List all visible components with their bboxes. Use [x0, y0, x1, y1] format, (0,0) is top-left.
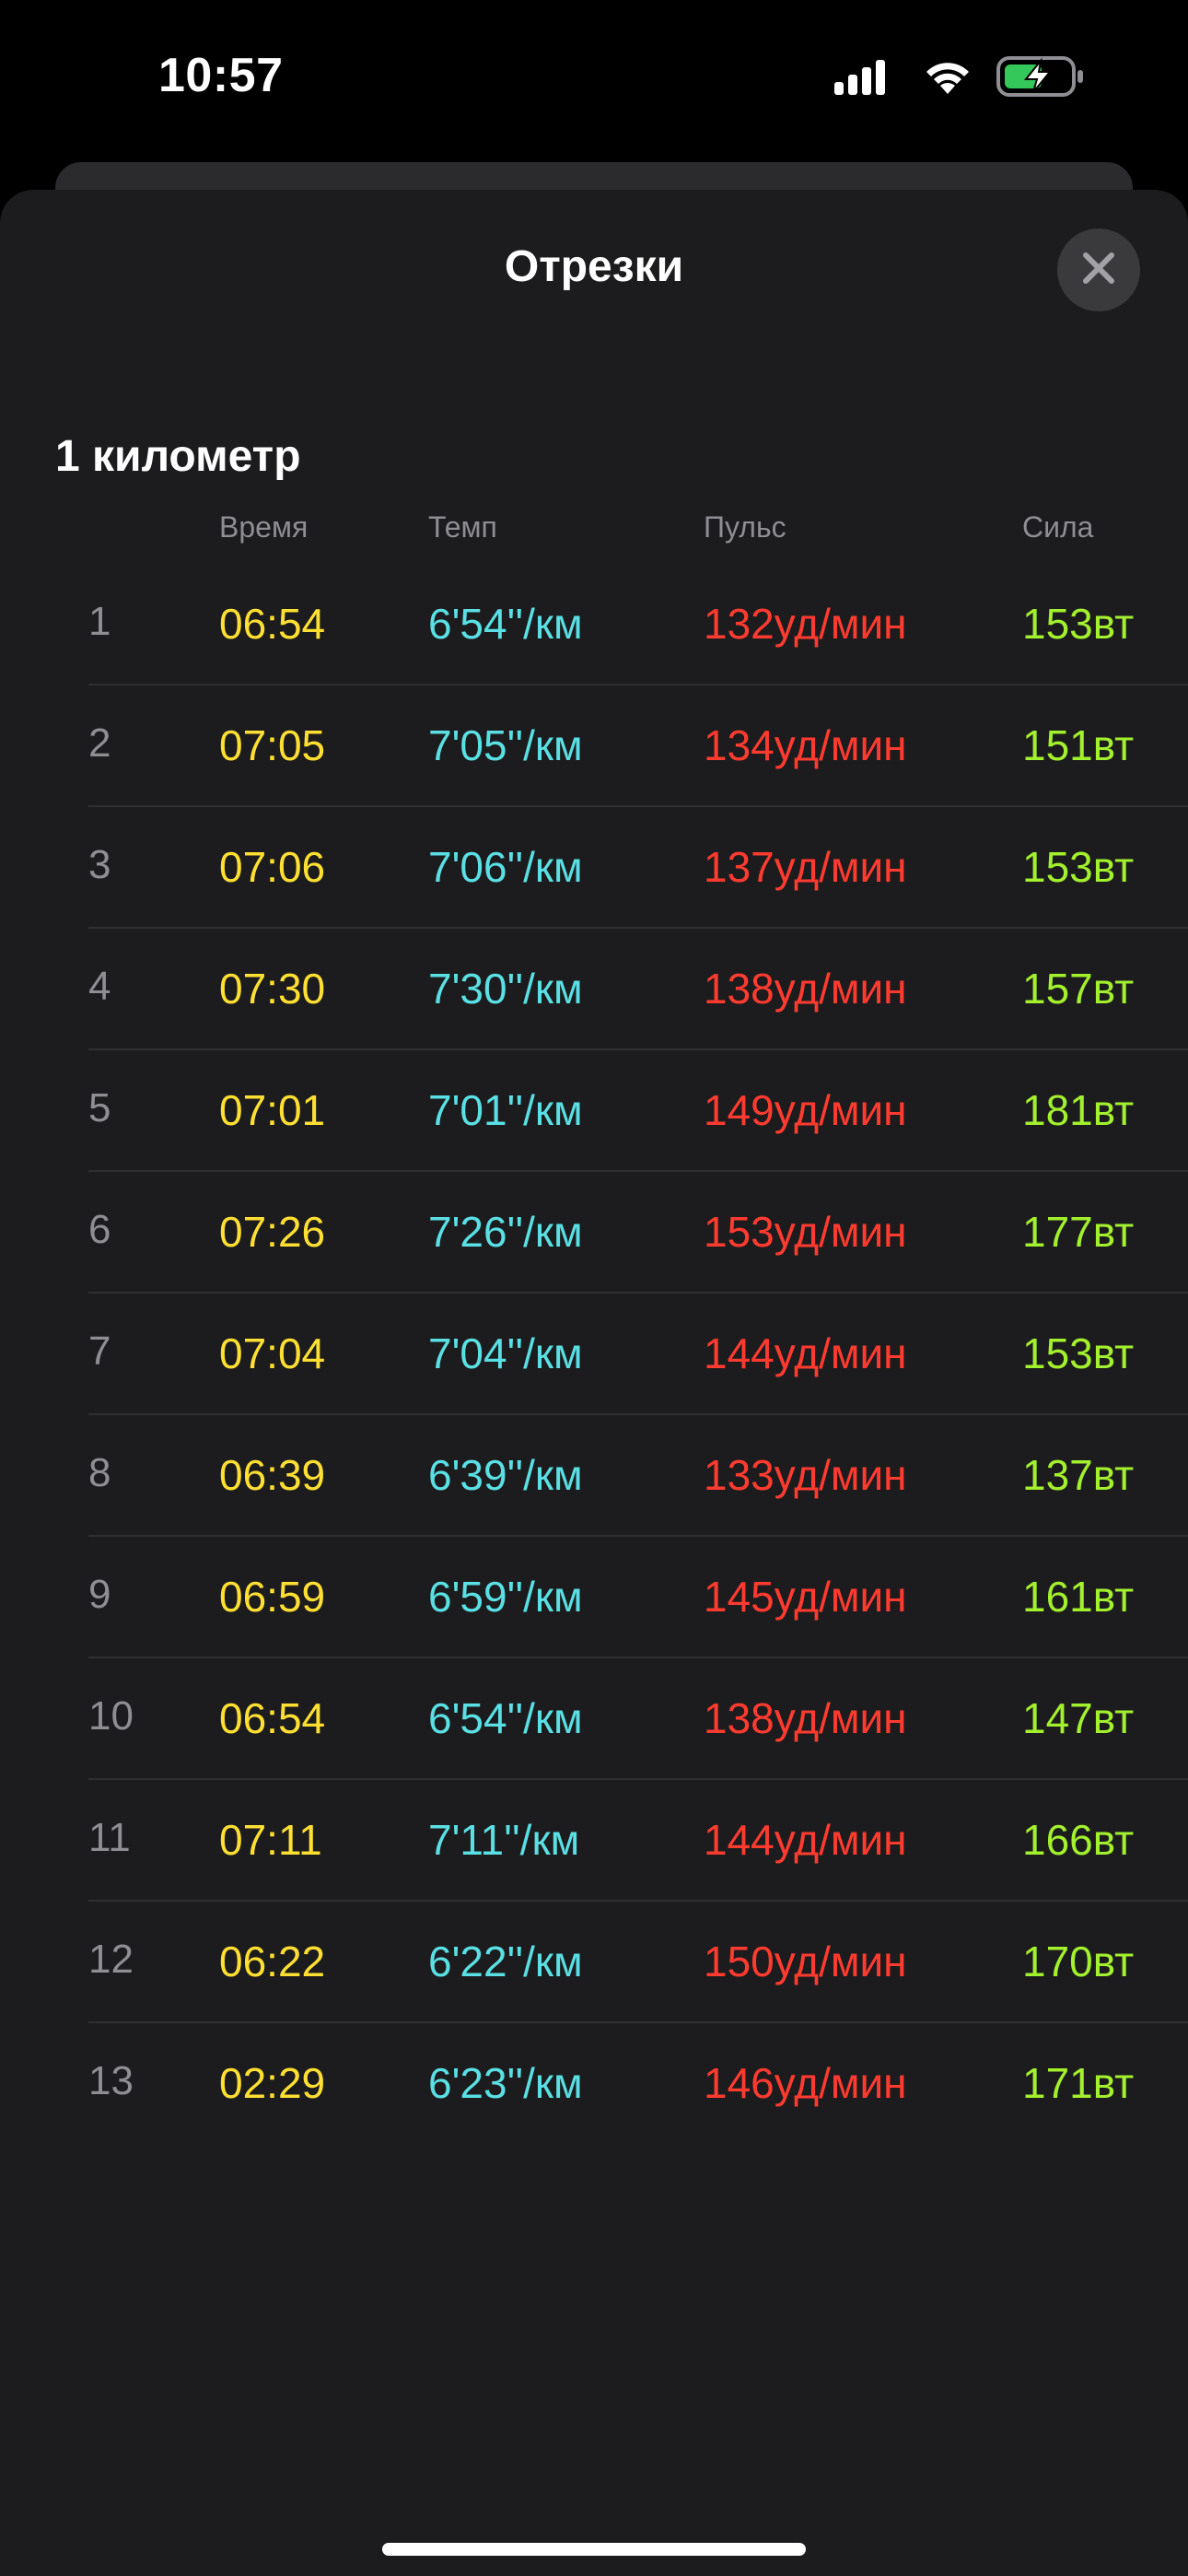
split-index: 7	[88, 1329, 111, 1374]
split-power: 153вт	[1022, 600, 1135, 648]
column-header-time: Время	[219, 510, 309, 544]
split-time: 02:29	[219, 2059, 326, 2107]
split-time: 07:04	[219, 1329, 326, 1377]
split-power: 137вт	[1022, 1451, 1135, 1499]
wifi-icon	[921, 57, 974, 100]
split-pace: 7'11''/км	[428, 1816, 580, 1864]
column-header-power: Сила	[1022, 510, 1094, 544]
status-bar: 10:57	[0, 0, 1188, 161]
status-time: 10:57	[158, 49, 284, 102]
split-heart-rate: 134уд/мин	[704, 721, 907, 769]
split-heart-rate: 149уд/мин	[704, 1086, 907, 1134]
split-pace: 7'04''/км	[428, 1329, 583, 1377]
split-heart-rate: 144уд/мин	[704, 1329, 907, 1377]
split-time: 06:22	[219, 1938, 326, 1985]
split-pace: 6'22''/км	[428, 1938, 583, 1985]
split-power: 177вт	[1022, 1208, 1135, 1256]
split-heart-rate: 144уд/мин	[704, 1816, 907, 1864]
split-index: 2	[88, 720, 111, 766]
home-indicator	[382, 2543, 806, 2556]
close-button[interactable]	[1057, 228, 1140, 311]
split-index: 12	[88, 1937, 134, 1982]
table-row: 13 02:29 6'23''/км 146уд/мин 171вт	[0, 2023, 1188, 2145]
split-index: 13	[88, 2058, 134, 2103]
table-row: 4 07:30 7'30''/км 138уд/мин 157вт	[0, 929, 1188, 1050]
split-pace: 6'23''/км	[428, 2059, 583, 2107]
table-row: 6 07:26 7'26''/км 153уд/мин 177вт	[0, 1172, 1188, 1294]
split-index: 1	[88, 599, 111, 644]
split-pace: 6'54''/км	[428, 600, 583, 648]
table-row: 10 06:54 6'54''/км 138уд/мин 147вт	[0, 1658, 1188, 1780]
split-pace: 7'05''/км	[428, 721, 583, 769]
split-pace: 6'39''/км	[428, 1451, 583, 1499]
section-title: 1 километр	[55, 432, 301, 481]
column-header-pace: Темп	[428, 510, 497, 544]
split-power: 147вт	[1022, 1694, 1135, 1742]
split-heart-rate: 133уд/мин	[704, 1451, 907, 1499]
split-time: 07:11	[219, 1816, 322, 1864]
cellular-signal-icon	[834, 58, 899, 100]
split-heart-rate: 146уд/мин	[704, 2059, 907, 2107]
sheet-title: Отрезки	[504, 242, 684, 291]
table-row: 7 07:04 7'04''/км 144уд/мин 153вт	[0, 1294, 1188, 1415]
column-header-heart-rate: Пульс	[704, 510, 786, 544]
table-row: 9 06:59 6'59''/км 145уд/мин 161вт	[0, 1537, 1188, 1658]
split-index: 10	[88, 1693, 134, 1739]
split-heart-rate: 132уд/мин	[704, 600, 907, 648]
split-pace: 7'06''/км	[428, 843, 583, 891]
split-power: 153вт	[1022, 1329, 1135, 1377]
close-icon	[1080, 250, 1117, 291]
split-time: 06:39	[219, 1451, 326, 1499]
split-index: 8	[88, 1450, 111, 1495]
split-time: 07:26	[219, 1208, 326, 1256]
split-pace: 7'26''/км	[428, 1208, 583, 1256]
split-power: 157вт	[1022, 965, 1135, 1013]
split-pace: 6'59''/км	[428, 1573, 583, 1621]
split-pace: 7'30''/км	[428, 965, 583, 1013]
split-index: 11	[88, 1815, 131, 1860]
split-time: 07:05	[219, 721, 326, 769]
split-power: 166вт	[1022, 1816, 1135, 1864]
split-time: 06:54	[219, 600, 326, 648]
split-time: 06:59	[219, 1573, 326, 1621]
split-power: 161вт	[1022, 1573, 1135, 1621]
table-row: 3 07:06 7'06''/км 137уд/мин 153вт	[0, 807, 1188, 929]
split-time: 06:54	[219, 1694, 326, 1742]
table-row: 12 06:22 6'22''/км 150уд/мин 170вт	[0, 1902, 1188, 2023]
table-row: 11 07:11 7'11''/км 144уд/мин 166вт	[0, 1780, 1188, 1902]
split-pace: 7'01''/км	[428, 1086, 583, 1134]
split-heart-rate: 137уд/мин	[704, 843, 907, 891]
split-power: 151вт	[1022, 721, 1135, 769]
split-index: 9	[88, 1572, 111, 1617]
split-heart-rate: 150уд/мин	[704, 1938, 907, 1985]
table-row: 1 06:54 6'54''/км 132уд/мин 153вт	[0, 564, 1188, 685]
split-index: 5	[88, 1085, 111, 1130]
split-pace: 6'54''/км	[428, 1694, 583, 1742]
split-time: 07:06	[219, 843, 326, 891]
battery-charging-icon	[996, 55, 1085, 102]
split-power: 170вт	[1022, 1938, 1135, 1985]
split-time: 07:01	[219, 1086, 326, 1134]
split-heart-rate: 138уд/мин	[704, 965, 907, 1013]
split-index: 3	[88, 842, 111, 887]
splits-sheet: Отрезки 1 километр Время Темп Пульс Сила…	[0, 190, 1188, 2576]
split-heart-rate: 138уд/мин	[704, 1694, 907, 1742]
split-index: 4	[88, 964, 111, 1009]
splits-table: 1 06:54 6'54''/км 132уд/мин 153вт 2 07:05 7'05'…	[0, 564, 1188, 2145]
table-row: 5 07:01 7'01''/км 149уд/мин 181вт	[0, 1050, 1188, 1172]
split-index: 6	[88, 1207, 111, 1252]
split-power: 171вт	[1022, 2059, 1135, 2107]
split-power: 153вт	[1022, 843, 1135, 891]
split-time: 07:30	[219, 965, 326, 1013]
split-heart-rate: 145уд/мин	[704, 1573, 907, 1621]
status-icons	[834, 55, 1085, 101]
table-row: 2 07:05 7'05''/км 134уд/мин 151вт	[0, 685, 1188, 807]
table-row: 8 06:39 6'39''/км 133уд/мин 137вт	[0, 1415, 1188, 1537]
split-heart-rate: 153уд/мин	[704, 1208, 907, 1256]
split-power: 181вт	[1022, 1086, 1135, 1134]
